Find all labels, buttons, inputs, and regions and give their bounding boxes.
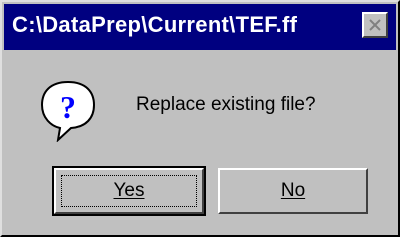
question-mark-icon: ? <box>40 80 96 142</box>
no-button[interactable]: No <box>218 168 368 214</box>
close-icon <box>369 19 381 31</box>
focus-rect <box>61 175 197 207</box>
no-button-label: No <box>280 180 306 201</box>
dialog-message: Replace existing file? <box>136 94 316 115</box>
confirm-dialog: C:\DataPrep\Current\TEF.ff ? Replace exi… <box>0 0 400 237</box>
title-bar[interactable]: C:\DataPrep\Current\TEF.ff <box>4 4 396 50</box>
close-button[interactable] <box>362 12 388 38</box>
yes-button[interactable]: Yes <box>52 166 206 216</box>
svg-text:?: ? <box>60 89 76 125</box>
window-title: C:\DataPrep\Current\TEF.ff <box>12 12 298 37</box>
